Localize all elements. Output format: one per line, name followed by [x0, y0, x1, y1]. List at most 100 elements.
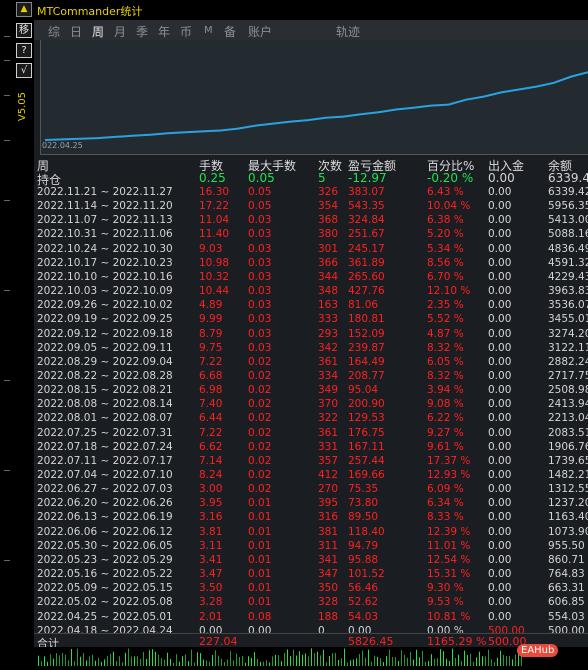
tick-mark [4, 95, 10, 96]
cell-week: 2022.09.12 ~ 2022.09.18 [37, 327, 173, 340]
cell-week: 2022.05.02 ~ 2022.05.08 [37, 596, 173, 609]
cell-week: 2022.09.05 ~ 2022.09.11 [37, 341, 173, 354]
histogram-bar [386, 656, 387, 666]
cell-count: 347 [318, 568, 339, 581]
histogram-bar [266, 660, 267, 666]
cell-percent: 12.10 % [427, 285, 471, 298]
cell-percent: 8.56 % [427, 256, 464, 269]
cell-balance: 606.85 [548, 596, 585, 609]
table-row: 2022.05.02 ~ 2022.05.08 3.28 0.01 328 52.62 9… [34, 596, 588, 610]
histogram-bar [419, 657, 420, 666]
cell-balance: 4836.49 [548, 242, 588, 255]
histogram-bar [224, 662, 225, 666]
tab-track[interactable]: 轨迹 [336, 23, 360, 40]
cell-balance: 3455.01 [548, 313, 588, 326]
cell-count: 188 [318, 610, 339, 623]
histogram-bar [479, 651, 480, 666]
cell-lots: 7.22 [199, 426, 223, 439]
cell-pnl: 52.62 [348, 596, 379, 609]
histogram-bar [101, 661, 102, 666]
cell-balance: 1739.65 [548, 454, 588, 467]
tab-yearly[interactable]: 年 [158, 23, 170, 40]
cell-max-lots: 0.03 [248, 285, 272, 298]
cell-flow: 0.00 [488, 341, 512, 354]
tab-account[interactable]: 账户 [248, 23, 272, 40]
cell-pnl: 95.88 [348, 553, 379, 566]
cell-count: 342 [318, 341, 339, 354]
tick-mark [4, 560, 10, 561]
cell-count: 322 [318, 412, 339, 425]
cell-lots: 8.24 [199, 469, 223, 481]
move-button[interactable]: 移 [16, 23, 32, 38]
histogram-bar [65, 654, 66, 666]
cell-percent: 6.70 % [427, 270, 464, 283]
cell-week: 2022.08.29 ~ 2022.09.04 [37, 355, 173, 368]
tab-monthly[interactable]: 月 [114, 23, 126, 40]
histogram-bar [359, 654, 360, 666]
cell-max-lots: 0.03 [248, 228, 272, 241]
cell-lots: 17.22 [199, 200, 230, 213]
cell-pnl: 89.50 [348, 511, 379, 524]
histogram-bar [206, 660, 207, 666]
histogram-bar [503, 654, 504, 666]
cell-count: 357 [318, 454, 339, 467]
cell-pnl: 54.03 [348, 610, 379, 623]
cell-pnl: 167.11 [348, 440, 385, 453]
cell-flow: 0.00 [488, 355, 512, 368]
cell-balance: 663.31 [548, 582, 585, 595]
histogram-bar [209, 661, 210, 666]
cell-pnl: 257.44 [348, 454, 385, 467]
tab-daily[interactable]: 日 [70, 23, 82, 40]
histogram-bar [401, 650, 402, 666]
cell-flow: 0.00 [488, 525, 512, 538]
histogram-bar [293, 649, 294, 666]
cell-max-lots: 0.03 [248, 270, 272, 283]
cell-balance: 764.83 [548, 568, 585, 581]
indicator-button[interactable]: ▲ [16, 2, 32, 17]
cell-percent: 6.38 % [427, 214, 464, 227]
tab-magic[interactable]: M [204, 25, 213, 36]
cell-lots: 3.28 [199, 596, 223, 609]
cell-balance: 2083.51 [548, 426, 588, 439]
histogram-bar [473, 661, 474, 666]
cell-pnl: 73.80 [348, 497, 379, 510]
check-button[interactable]: √ [16, 63, 32, 78]
holding-pnl: -12.97 [348, 171, 387, 185]
cell-flow: 0.00 [488, 568, 512, 581]
tab-quarterly[interactable]: 季 [136, 23, 148, 40]
histogram-bar [107, 655, 108, 666]
histogram-bar [500, 650, 501, 666]
cell-count: 163 [318, 299, 339, 312]
histogram-bar [203, 659, 204, 666]
tab-overview[interactable]: 综 [48, 23, 60, 40]
cell-count: 354 [318, 200, 339, 213]
histogram-bar [161, 658, 162, 666]
histogram-bar [89, 656, 90, 666]
cell-count: 326 [318, 186, 339, 198]
cell-balance: 860.71 [548, 553, 585, 566]
cell-lots: 11.40 [199, 228, 230, 241]
cell-max-lots: 0.03 [248, 341, 272, 354]
tick-mark [4, 470, 10, 471]
cell-count: 348 [318, 285, 339, 298]
cell-lots: 16.30 [199, 186, 230, 198]
histogram-bar [122, 662, 123, 666]
histogram-bar [221, 658, 222, 666]
tab-notes[interactable]: 备 [224, 23, 236, 40]
histogram-bar [194, 662, 195, 666]
histogram-bar [485, 656, 486, 666]
tab-currency[interactable]: 币 [180, 23, 192, 40]
cell-percent: 9.30 % [427, 582, 464, 595]
cell-pnl: 152.09 [348, 327, 385, 340]
cell-max-lots: 0.02 [248, 469, 272, 481]
histogram-bar [332, 653, 333, 666]
cell-week: 2022.11.07 ~ 2022.11.13 [37, 214, 173, 227]
cell-count: 341 [318, 553, 339, 566]
cell-pnl: 94.79 [348, 539, 379, 552]
histogram-bar [395, 657, 396, 666]
tab-weekly[interactable]: 周 [92, 23, 104, 40]
cell-pnl: 75.35 [348, 483, 379, 496]
help-button[interactable]: ? [16, 43, 32, 58]
holding-count: 5 [318, 171, 326, 185]
histogram-bar [170, 658, 171, 666]
